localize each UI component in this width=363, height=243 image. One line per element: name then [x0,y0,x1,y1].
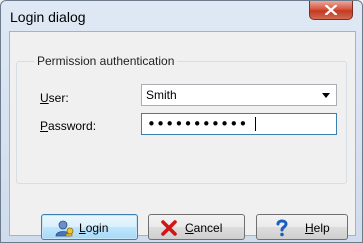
user-key-icon [55,220,74,237]
login-dialog-window: Login dialog Permission authentication U… [0,0,363,243]
text-caret [255,117,256,131]
user-label: User: [40,91,69,105]
password-field[interactable]: ••••••••••• [141,113,337,135]
close-icon [325,5,337,15]
red-x-icon [161,220,177,236]
help-button[interactable]: Help [256,214,348,240]
cancel-button[interactable]: Cancel [148,214,245,240]
chevron-down-icon[interactable] [322,93,330,98]
window-title: Login dialog [10,9,86,25]
dialog-client-area: Permission authentication User: Smith Pa… [9,31,356,240]
question-mark-icon [276,219,288,237]
group-label: Permission authentication [34,54,178,68]
cancel-button-label: Cancel [185,221,223,235]
password-masked-value: ••••••••••• [147,115,248,133]
login-button[interactable]: Login [41,214,138,240]
title-bar[interactable]: Login dialog [1,1,362,31]
user-value: Smith [146,88,177,102]
password-label: Password: [40,119,97,133]
login-button-label: Login [79,221,109,235]
close-button[interactable] [309,1,353,20]
help-button-label: Help [305,221,330,235]
user-combobox[interactable]: Smith [141,84,337,106]
